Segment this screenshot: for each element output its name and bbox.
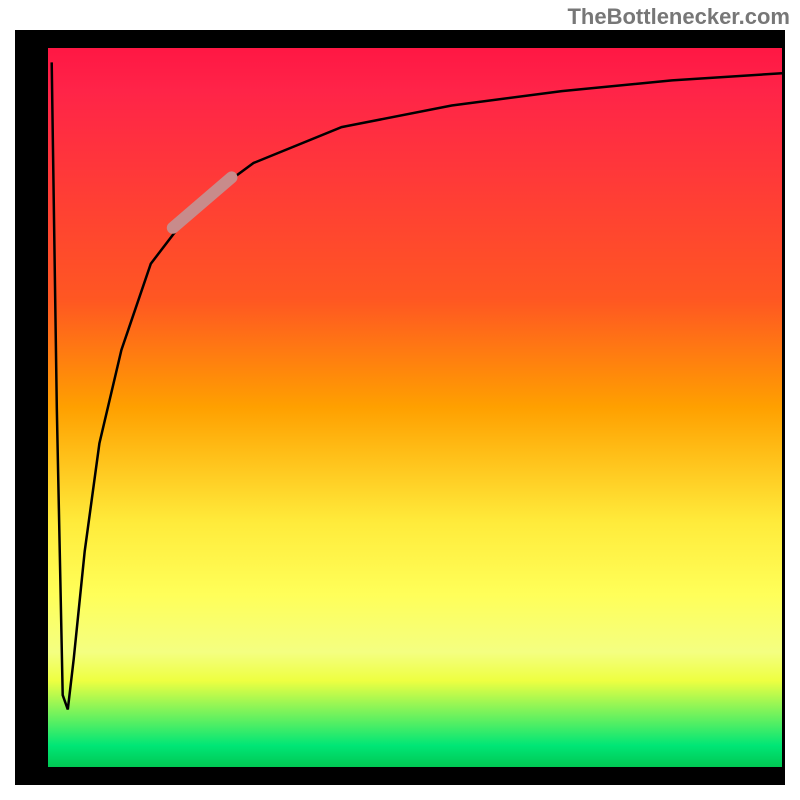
bottleneck-chart [0,30,800,800]
highlight-segment [173,177,232,227]
attribution-label: TheBottlenecker.com [567,4,790,30]
curve-path [52,62,782,709]
chart-curve [48,48,782,767]
chart-frame [15,30,785,785]
plot-area [48,48,782,767]
